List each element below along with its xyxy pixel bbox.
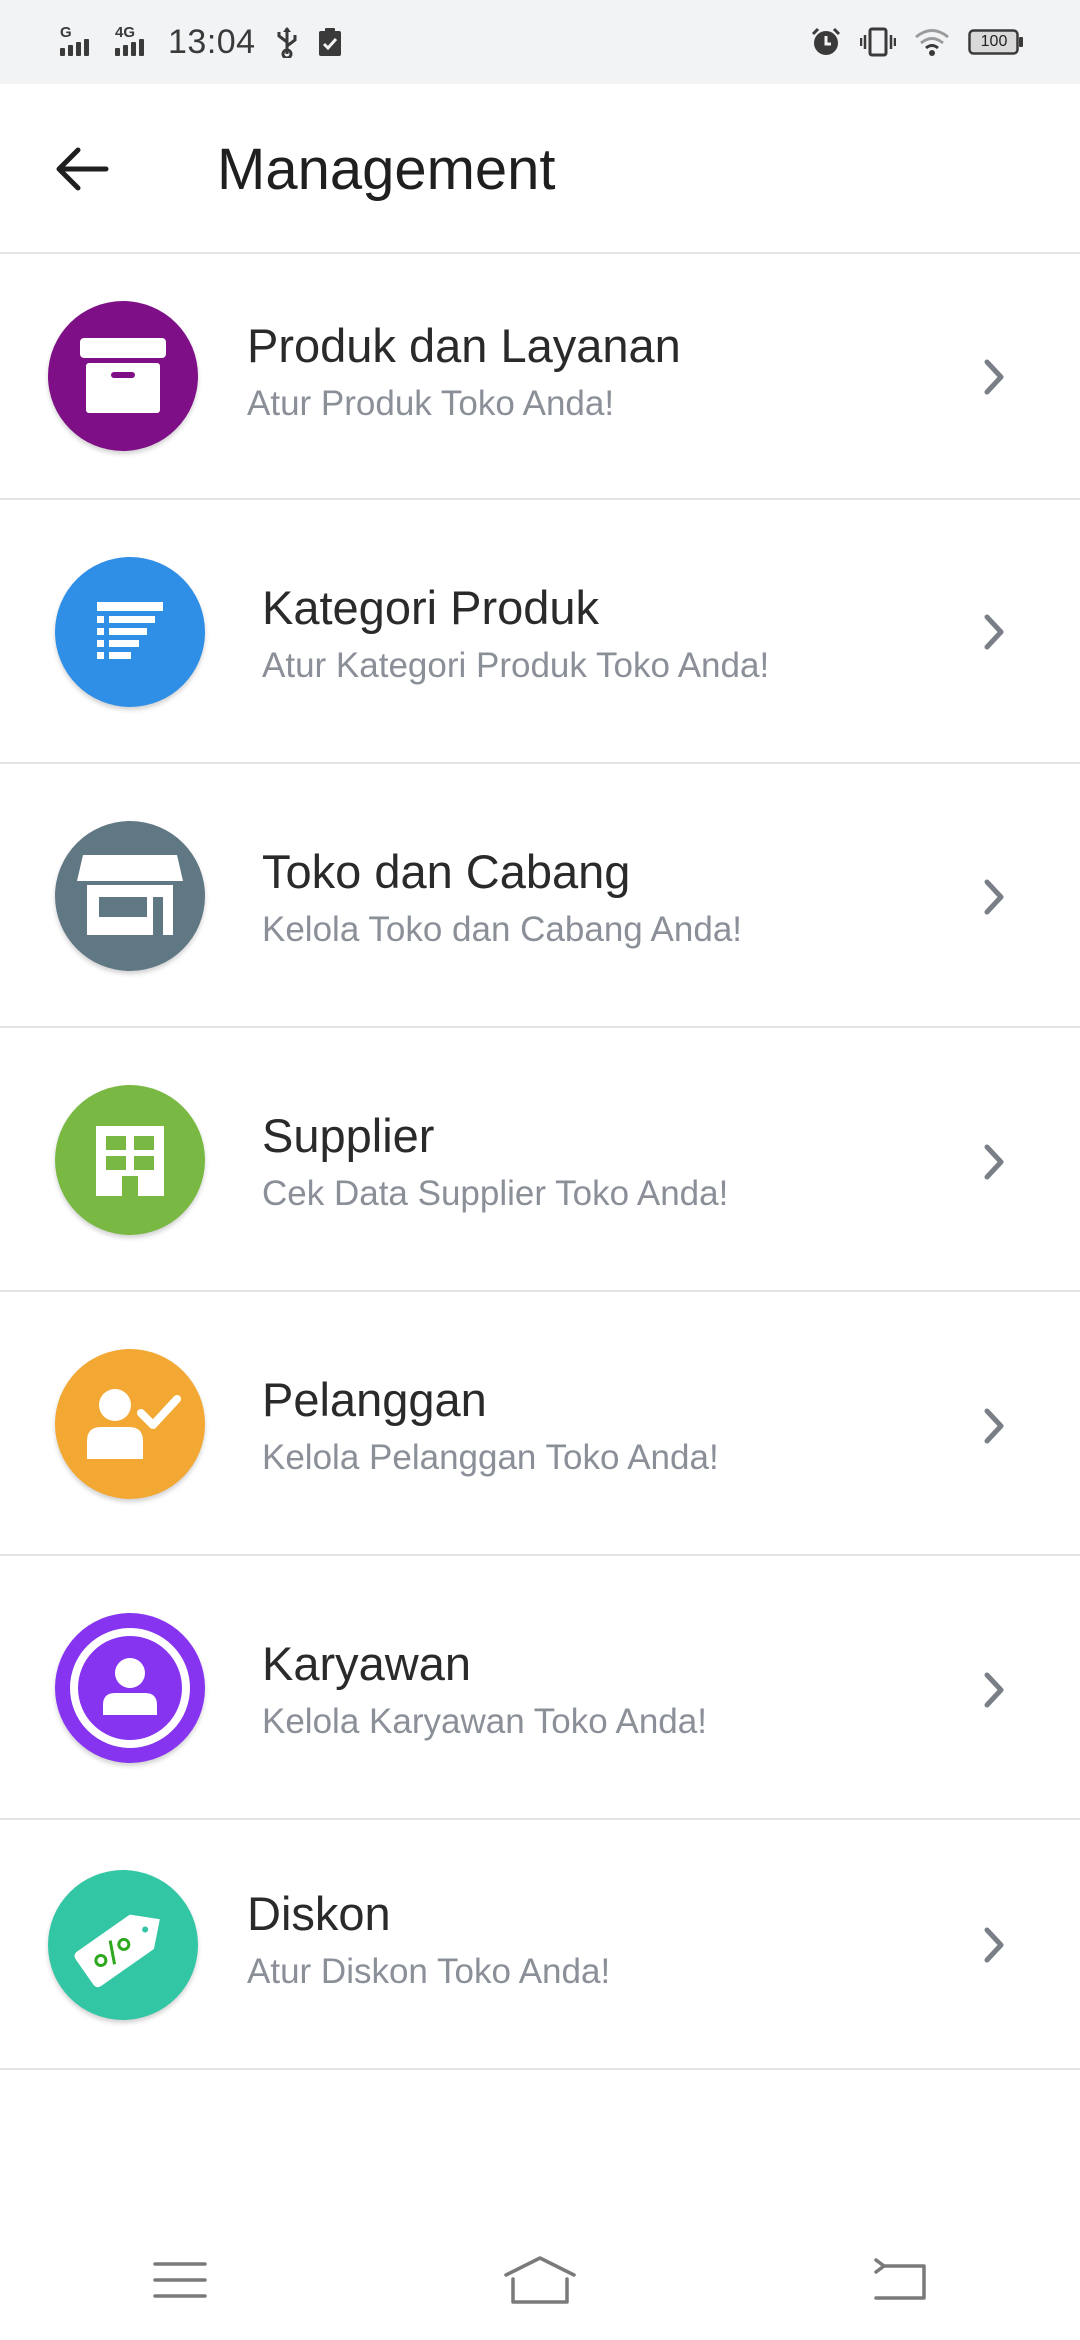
employee-icon-badge xyxy=(55,1613,205,1763)
menu-item-text: Pelanggan Kelola Pelanggan Toko Anda! xyxy=(262,1372,719,1480)
store-icon-badge xyxy=(55,821,205,971)
menu-item-text: Supplier Cek Data Supplier Toko Anda! xyxy=(262,1108,728,1216)
app-header: Management xyxy=(0,84,1080,254)
alarm-icon xyxy=(810,26,842,58)
chevron-right-icon xyxy=(974,1142,1014,1182)
menu-item-produk-dan-layanan[interactable]: Produk dan Layanan Atur Produk Toko Anda… xyxy=(0,254,1080,500)
menu-item-karyawan[interactable]: Karyawan Kelola Karyawan Toko Anda! xyxy=(0,1556,1080,1820)
menu-item-title: Diskon xyxy=(247,1887,391,1940)
list-icon-badge xyxy=(55,557,205,707)
signal-strength-1-icon: G xyxy=(60,25,89,56)
vibrate-icon xyxy=(860,27,896,57)
home-icon xyxy=(504,2256,576,2304)
network-type-2: 4G xyxy=(115,23,136,41)
battery-icon: 100 xyxy=(968,28,1024,56)
page-title: Management xyxy=(217,137,556,202)
battery-level: 100 xyxy=(980,33,1008,50)
wifi-icon xyxy=(914,28,950,56)
menu-item-pelanggan[interactable]: Pelanggan Kelola Pelanggan Toko Anda! xyxy=(0,1292,1080,1556)
menu-item-text: Karyawan Kelola Karyawan Toko Anda! xyxy=(262,1636,707,1744)
menu-item-subtitle: Atur Diskon Toko Anda! xyxy=(247,1952,611,1991)
nav-menu-button[interactable] xyxy=(120,2235,240,2325)
chevron-right-icon xyxy=(974,1670,1014,1710)
chevron-right-icon xyxy=(974,877,1014,917)
menu-item-kategori-produk[interactable]: Kategori Produk Atur Kategori Produk Tok… xyxy=(0,500,1080,764)
archive-box-icon-badge xyxy=(48,301,198,451)
status-right: 100 xyxy=(810,26,1024,58)
menu-item-title: Karyawan xyxy=(262,1637,471,1690)
menu-item-title: Supplier xyxy=(262,1109,435,1162)
menu-item-subtitle: Cek Data Supplier Toko Anda! xyxy=(262,1174,729,1213)
menu-item-title: Kategori Produk xyxy=(262,581,600,634)
user-check-icon xyxy=(87,1389,181,1459)
menu-item-subtitle: Atur Kategori Produk Toko Anda! xyxy=(262,646,770,685)
menu-item-toko-dan-cabang[interactable]: Toko dan Cabang Kelola Toko dan Cabang A… xyxy=(0,764,1080,1028)
menu-item-title: Toko dan Cabang xyxy=(262,845,631,898)
archive-box-icon xyxy=(80,338,166,413)
discount-tag-icon-badge xyxy=(48,1870,198,2020)
building-icon-badge xyxy=(55,1085,205,1235)
management-menu-list: Produk dan Layanan Atur Produk Toko Anda… xyxy=(0,254,1080,2070)
menu-item-title: Produk dan Layanan xyxy=(247,319,681,372)
store-icon xyxy=(77,855,183,935)
menu-item-subtitle: Kelola Karyawan Toko Anda! xyxy=(262,1702,707,1741)
back-button[interactable] xyxy=(46,133,118,205)
clipboard-check-icon xyxy=(318,27,342,57)
menu-item-text: Diskon Atur Diskon Toko Anda! xyxy=(247,1886,610,1994)
back-icon xyxy=(874,2258,926,2300)
nav-home-button[interactable] xyxy=(480,2235,600,2325)
menu-item-subtitle: Kelola Pelanggan Toko Anda! xyxy=(262,1438,719,1477)
usb-icon xyxy=(274,26,300,58)
network-type-1: G xyxy=(60,23,72,41)
chevron-right-icon xyxy=(974,612,1014,652)
employee-icon xyxy=(70,1628,190,1748)
system-nav-bar xyxy=(0,2220,1080,2340)
nav-back-button[interactable] xyxy=(840,2235,960,2325)
arrow-left-icon xyxy=(56,147,109,191)
status-time: 13:04 xyxy=(168,22,256,61)
user-check-icon-badge xyxy=(55,1349,205,1499)
menu-item-title: Pelanggan xyxy=(262,1373,487,1426)
menu-item-text: Kategori Produk Atur Kategori Produk Tok… xyxy=(262,580,769,688)
menu-item-text: Produk dan Layanan Atur Produk Toko Anda… xyxy=(247,318,681,426)
menu-item-subtitle: Kelola Toko dan Cabang Anda! xyxy=(262,910,743,949)
discount-tag-icon xyxy=(74,1914,160,1988)
menu-item-diskon[interactable]: Diskon Atur Diskon Toko Anda! xyxy=(0,1820,1080,2070)
hamburger-menu-icon xyxy=(153,2262,207,2298)
building-icon xyxy=(96,1126,164,1196)
chevron-right-icon xyxy=(974,1406,1014,1446)
menu-item-text: Toko dan Cabang Kelola Toko dan Cabang A… xyxy=(262,844,742,952)
chevron-right-icon xyxy=(974,357,1014,397)
menu-item-supplier[interactable]: Supplier Cek Data Supplier Toko Anda! xyxy=(0,1028,1080,1292)
chevron-right-icon xyxy=(974,1925,1014,1965)
signal-strength-2-icon: 4G xyxy=(115,25,144,56)
menu-item-subtitle: Atur Produk Toko Anda! xyxy=(247,384,615,423)
status-bar: G 4G 13:04 100 xyxy=(0,0,1080,84)
list-icon xyxy=(97,602,163,659)
status-left: G 4G 13:04 xyxy=(60,23,342,62)
